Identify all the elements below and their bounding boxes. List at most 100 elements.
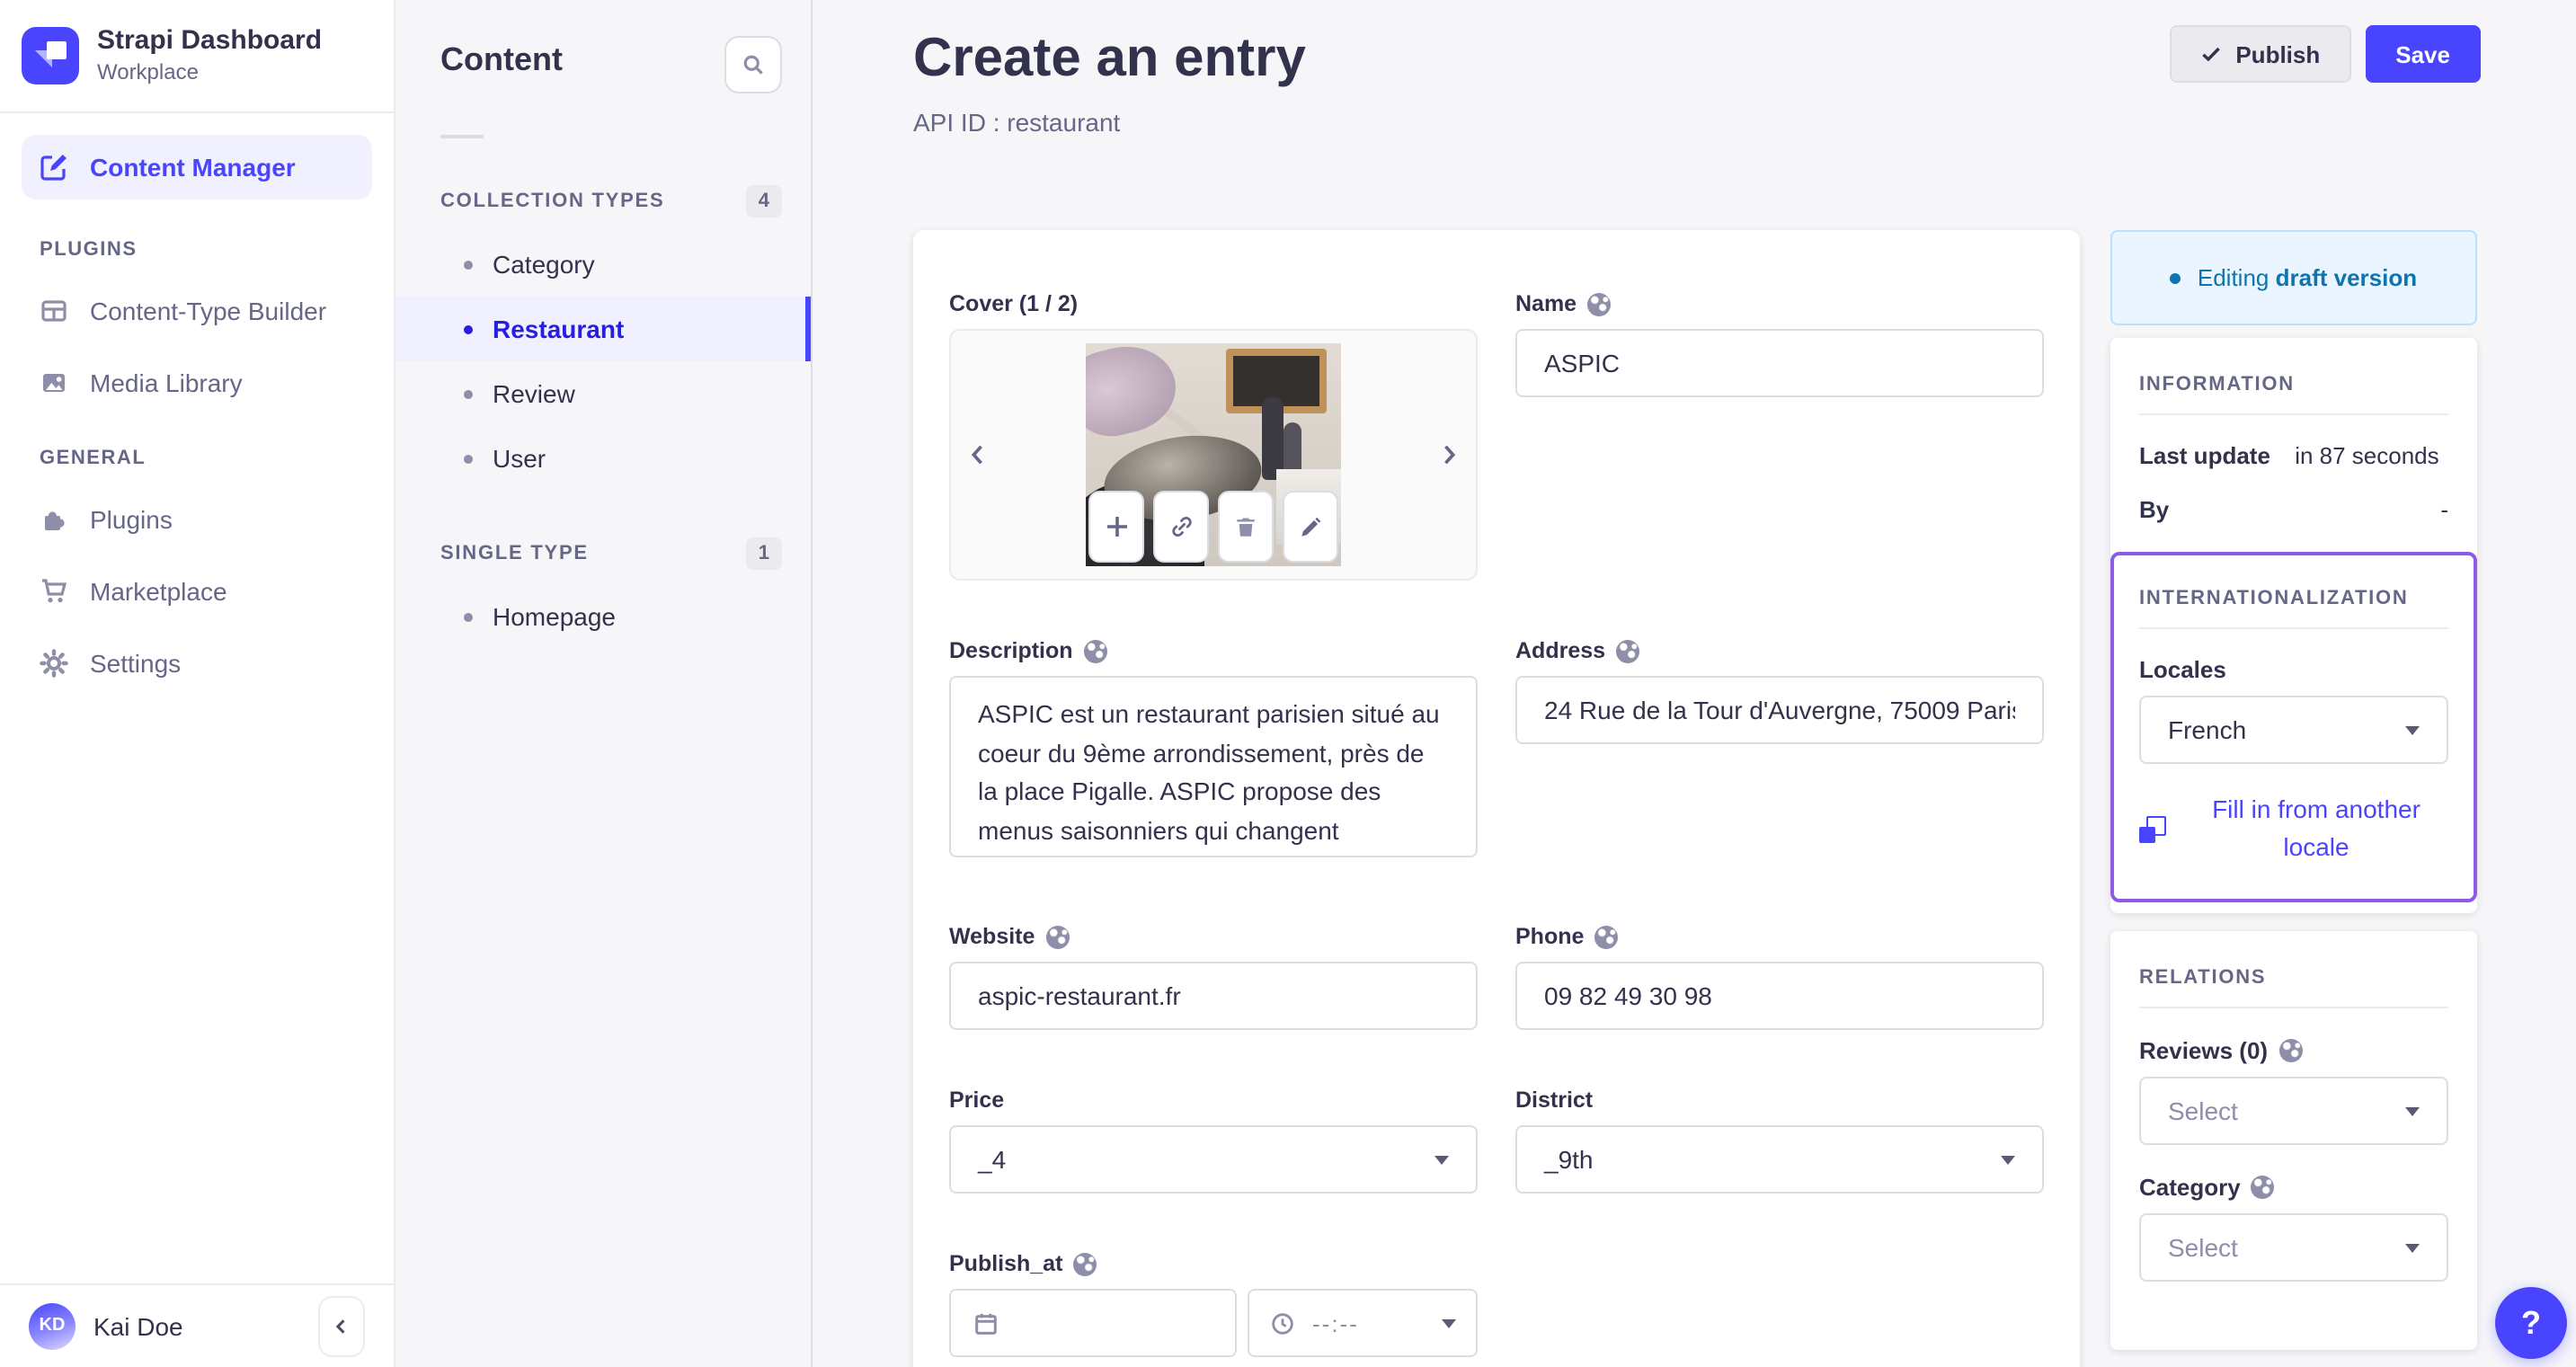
- check-icon: [2201, 47, 2220, 62]
- entry-side-panel: Editing draft version INFORMATION Last u…: [2110, 230, 2477, 1350]
- district-select[interactable]: _9th: [1515, 1125, 2044, 1194]
- phone-label: Phone: [1515, 924, 2044, 949]
- subnav-item-user[interactable]: User: [395, 426, 811, 491]
- district-field: District _9th: [1515, 1087, 2044, 1194]
- fill-from-locale-link[interactable]: Fill in from another locale: [2139, 791, 2448, 866]
- caret-down-icon: [2405, 725, 2420, 734]
- subnav-item-restaurant[interactable]: Restaurant: [395, 297, 811, 361]
- price-select[interactable]: _4: [949, 1125, 1478, 1194]
- carousel-prev-button[interactable]: [967, 441, 987, 468]
- carousel-next-button[interactable]: [1440, 441, 1460, 468]
- caret-down-icon: [1442, 1318, 1456, 1327]
- sidebar-item-content-type-builder[interactable]: Content-Type Builder: [22, 275, 372, 347]
- subnav-item-review[interactable]: Review: [395, 361, 811, 426]
- field-label-text: Publish_at: [949, 1251, 1063, 1276]
- sidebar-item-marketplace[interactable]: Marketplace: [22, 555, 372, 627]
- sidebar-item-label: Settings: [90, 649, 182, 678]
- field-label-text: District: [1515, 1087, 1594, 1113]
- save-label: Save: [2395, 40, 2450, 67]
- sidebar-item-label: Content-Type Builder: [90, 297, 327, 325]
- district-value: _9th: [1544, 1145, 1594, 1174]
- search-button[interactable]: [724, 36, 782, 93]
- subnav-divider: [440, 135, 484, 138]
- main-content: Create an entry API ID : restaurant Publ…: [813, 0, 2576, 1367]
- collection-count-badge: 4: [745, 185, 782, 217]
- delete-asset-button[interactable]: [1218, 491, 1274, 563]
- reviews-select[interactable]: Select: [2139, 1077, 2448, 1145]
- photo-bottle: [1262, 397, 1284, 480]
- time-placeholder: --:--: [1312, 1309, 1359, 1336]
- description-label: Description: [949, 638, 1478, 663]
- time-select[interactable]: --:--: [1248, 1289, 1478, 1357]
- brand-name: Strapi Dashboard: [97, 25, 323, 56]
- sidebar-item-label: Media Library: [90, 368, 243, 397]
- media-icon: [40, 368, 68, 397]
- address-label: Address: [1515, 638, 2044, 663]
- search-icon: [743, 55, 763, 75]
- entry-form-card: Cover (1 / 2) Name ASPIC Description ASP…: [913, 230, 2080, 1367]
- collapse-sidebar-button[interactable]: [318, 1295, 365, 1356]
- sidebar-nav: Content Manager PLUGINS Content-Type Bui…: [0, 113, 394, 721]
- globe-icon: [1073, 1252, 1097, 1275]
- user-name: Kai Doe: [93, 1311, 183, 1340]
- internationalization-section: INTERNATIONALIZATION Locales French Fill…: [2110, 552, 2477, 902]
- subnav-title: Content: [440, 41, 563, 77]
- chevron-left-icon: [971, 445, 982, 465]
- name-field: Name: [1515, 291, 2044, 581]
- entry-content-row: Cover (1 / 2) Name ASPIC Description ASP…: [913, 230, 2481, 1367]
- subnav-item-category[interactable]: Category: [395, 232, 811, 297]
- publish-button[interactable]: Publish: [2169, 25, 2351, 83]
- single-type-count-badge: 1: [745, 537, 782, 570]
- field-label-text: Address: [1515, 638, 1606, 663]
- internationalization-title: INTERNATIONALIZATION: [2139, 588, 2448, 629]
- name-label: Name: [1515, 291, 2044, 316]
- save-button[interactable]: Save: [2365, 25, 2481, 83]
- address-input[interactable]: [1515, 676, 2044, 744]
- sidebar-item-content-manager[interactable]: Content Manager: [22, 135, 372, 200]
- category-select[interactable]: Select: [2139, 1213, 2448, 1282]
- locale-select[interactable]: French: [2139, 696, 2448, 764]
- field-label-text: Website: [949, 924, 1035, 949]
- sidebar-item-plugins[interactable]: Plugins: [22, 484, 372, 555]
- sidebar-item-label: Marketplace: [90, 577, 227, 606]
- locale-value: French: [2168, 715, 2247, 744]
- subnav-item-homepage[interactable]: Homepage: [395, 584, 811, 649]
- workspace-name: Workplace: [97, 59, 199, 84]
- address-field: Address: [1515, 638, 2044, 866]
- plus-icon: [1106, 517, 1126, 537]
- website-input[interactable]: [949, 962, 1478, 1030]
- globe-icon: [1594, 925, 1619, 948]
- name-input[interactable]: [1515, 329, 2044, 397]
- workspace-switcher[interactable]: Strapi Dashboard Workplace: [0, 0, 394, 111]
- draft-status-text: Editing draft version: [2197, 264, 2418, 291]
- caret-down-icon: [2001, 1155, 2015, 1164]
- draft-status-banner: Editing draft version: [2110, 230, 2477, 325]
- edit-asset-button[interactable]: [1283, 491, 1338, 563]
- cover-field: Cover (1 / 2): [949, 291, 1478, 581]
- relations-title: RELATIONS: [2139, 967, 2448, 1008]
- status-dot-icon: [2170, 272, 2181, 283]
- add-asset-button[interactable]: [1088, 491, 1144, 563]
- cover-label: Cover (1 / 2): [949, 291, 1079, 316]
- link-icon: [1171, 516, 1191, 537]
- help-button[interactable]: ?: [2495, 1287, 2567, 1359]
- avatar[interactable]: KD: [29, 1302, 76, 1349]
- description-textarea[interactable]: ASPIC est un restaurant parisien situé a…: [949, 676, 1478, 857]
- field-label-text: Description: [949, 638, 1073, 663]
- last-update-label: Last update: [2139, 442, 2270, 469]
- subnav-item-label: Category: [493, 250, 595, 279]
- sidebar-section-plugins: PLUGINS: [40, 239, 138, 261]
- brand-text: Strapi Dashboard Workplace: [97, 25, 322, 84]
- bullet-icon: [464, 612, 473, 621]
- category-placeholder: Select: [2168, 1233, 2238, 1262]
- sidebar-item-settings[interactable]: Settings: [22, 627, 372, 699]
- by-label: By: [2139, 496, 2170, 523]
- last-update-row: Last update in 87 seconds: [2139, 442, 2448, 469]
- sidebar-footer: KD Kai Doe: [0, 1283, 394, 1367]
- strapi-logo-icon: [22, 26, 79, 84]
- cover-carousel: [949, 329, 1478, 581]
- copy-link-button[interactable]: [1153, 491, 1209, 563]
- phone-input[interactable]: [1515, 962, 2044, 1030]
- sidebar-item-media-library[interactable]: Media Library: [22, 347, 372, 419]
- date-input[interactable]: [949, 1289, 1237, 1357]
